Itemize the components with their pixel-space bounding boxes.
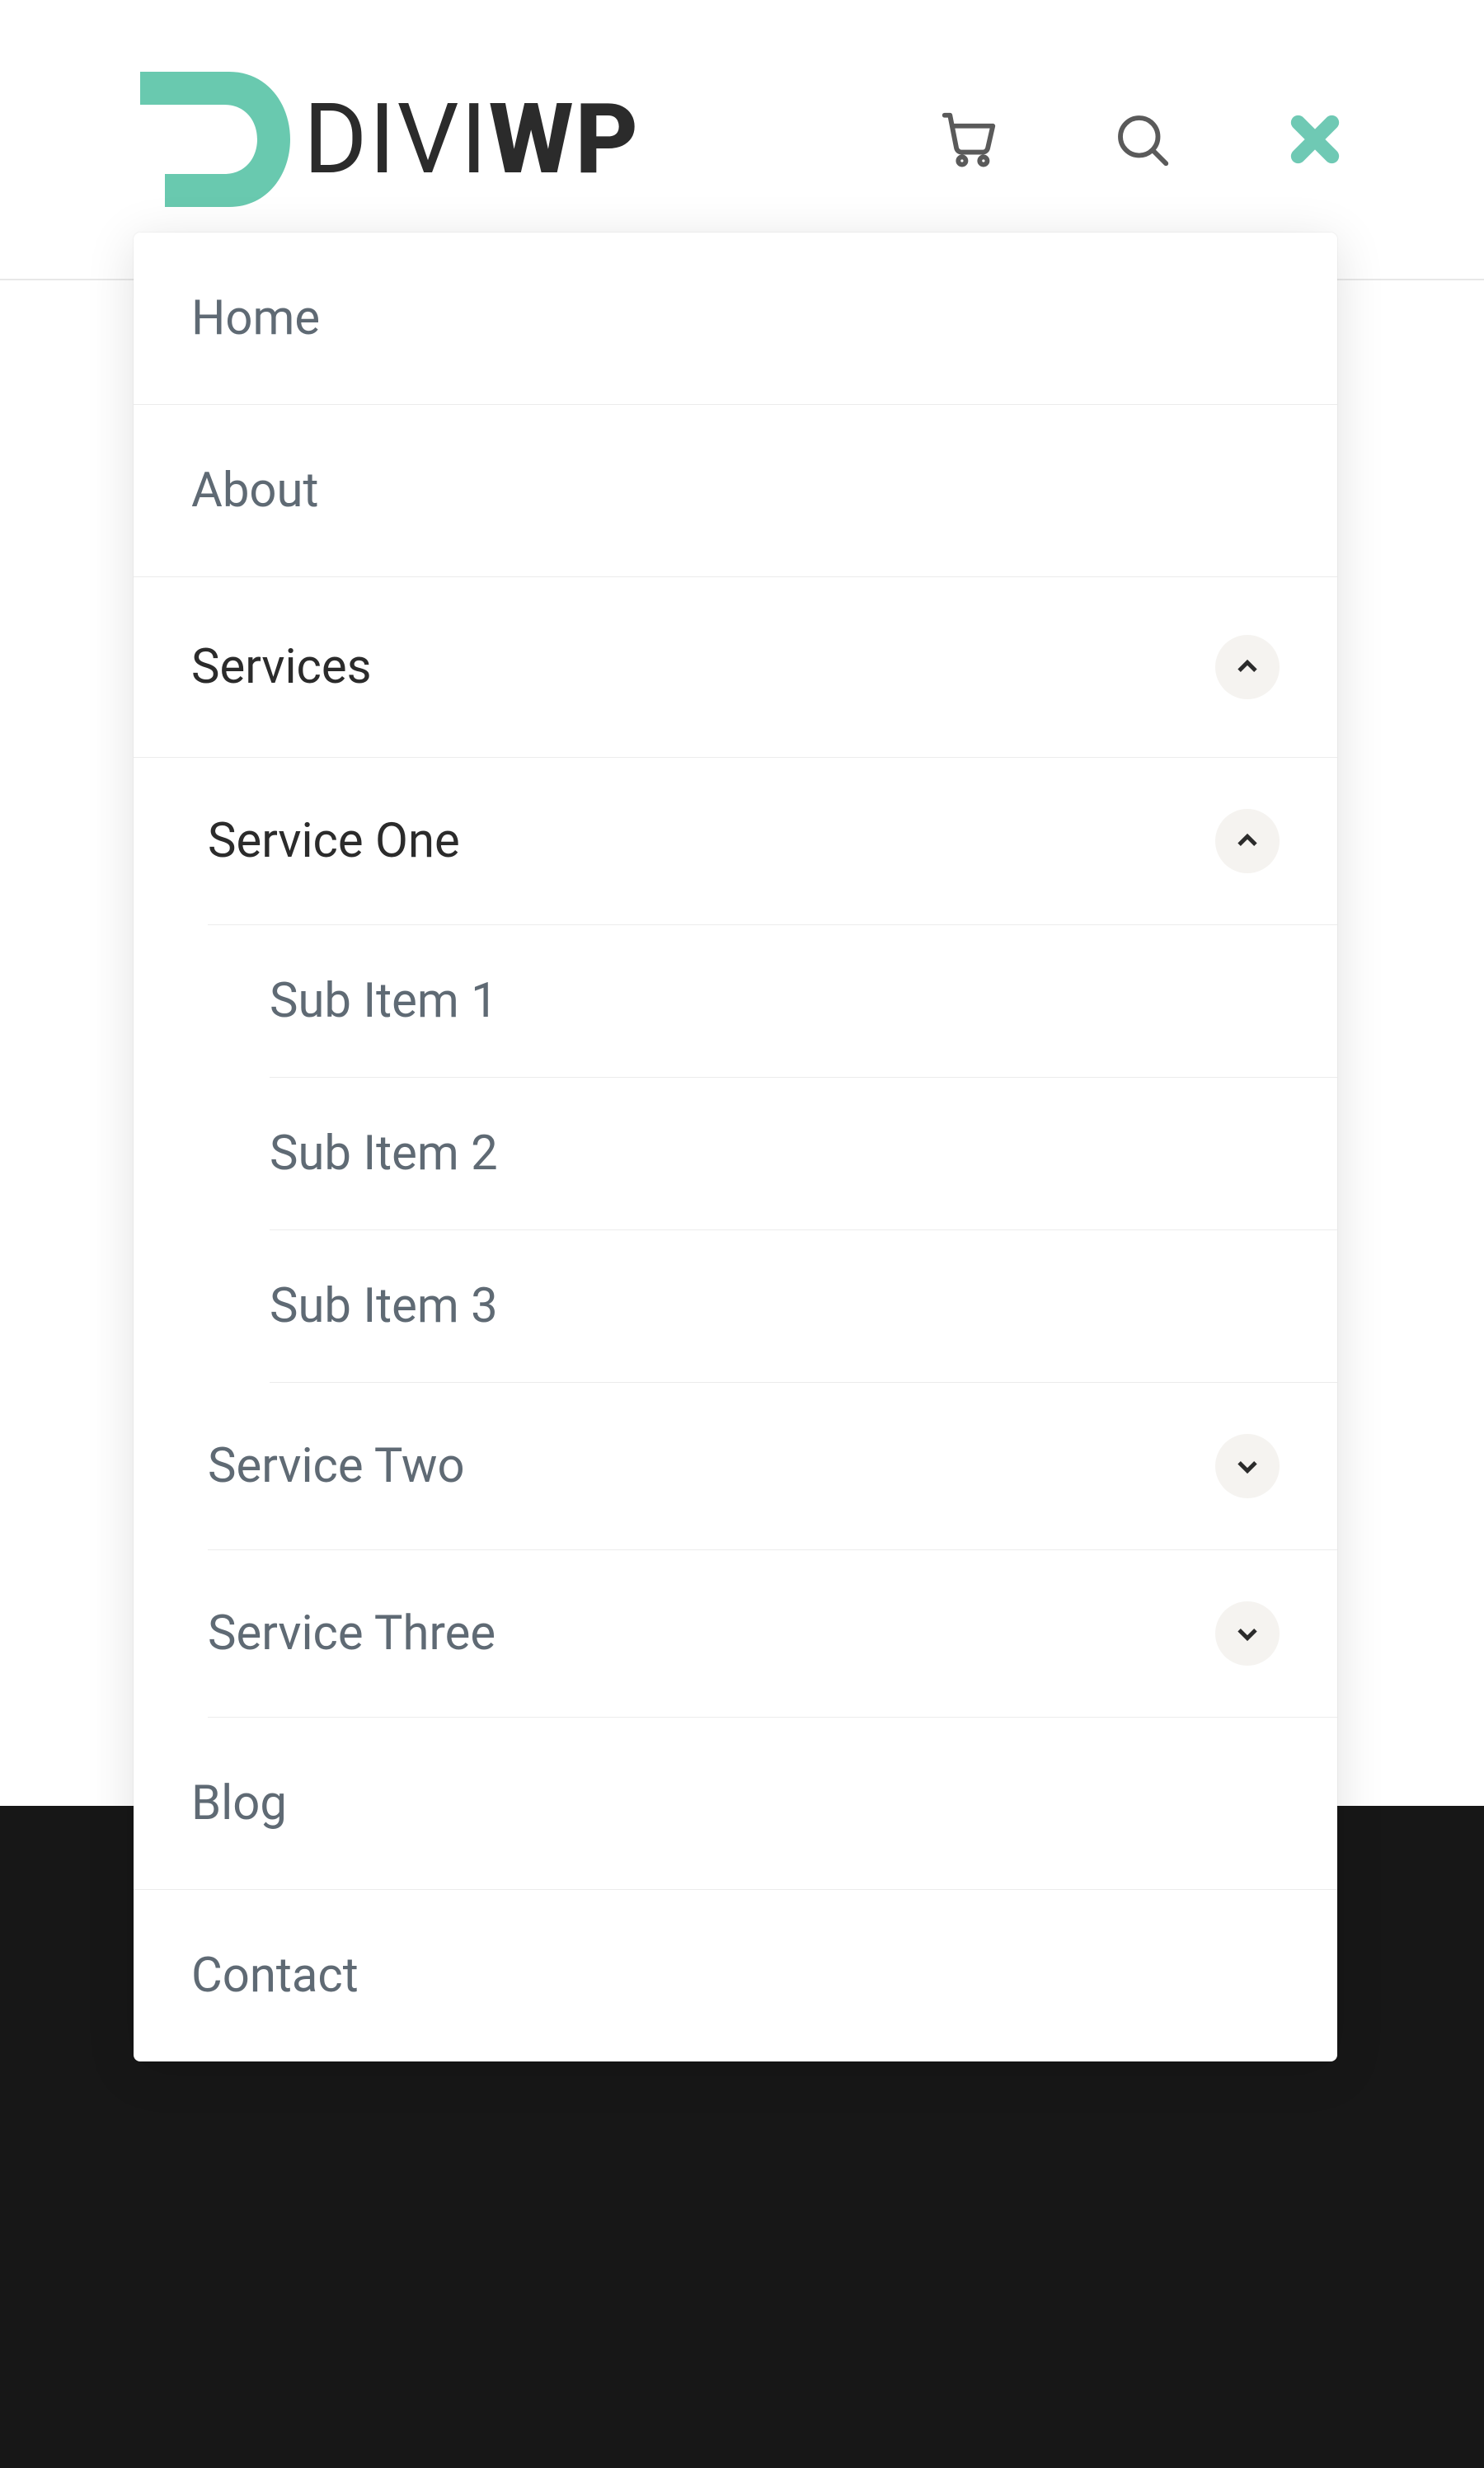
submenu-item-label: Service Three [208, 1605, 495, 1662]
mobile-menu-panel: Home About Services Service One Sub Item… [134, 233, 1337, 2061]
chevron-up-icon [1233, 653, 1261, 681]
logo-text-left: DIVI [303, 82, 489, 196]
menu-item-label: Services [191, 639, 372, 695]
site-logo[interactable]: DIVIWP [132, 65, 640, 214]
expand-toggle[interactable] [1215, 1601, 1280, 1666]
subsub-item[interactable]: Sub Item 2 [270, 1078, 1337, 1230]
subsub-item-label: Sub Item 3 [270, 1278, 498, 1334]
chevron-down-icon [1233, 1452, 1261, 1480]
menu-item-label: Blog [191, 1775, 287, 1831]
menu-item-services[interactable]: Services [134, 577, 1337, 758]
chevron-up-icon [1233, 827, 1261, 855]
submenu-item-service-one[interactable]: Service One [208, 758, 1337, 925]
chevron-down-icon [1233, 1619, 1261, 1648]
logo-mark-icon [132, 65, 297, 214]
menu-item-label: Contact [191, 1948, 359, 2004]
submenu-item-service-two[interactable]: Service Two [208, 1383, 1337, 1550]
menu-item-contact[interactable]: Contact [134, 1890, 1337, 2061]
subsub-item-label: Sub Item 1 [270, 973, 498, 1029]
search-icon[interactable] [1105, 102, 1179, 176]
subsub-item[interactable]: Sub Item 3 [270, 1230, 1337, 1383]
collapse-toggle[interactable] [1215, 635, 1280, 699]
submenu-item-service-three[interactable]: Service Three [208, 1550, 1337, 1718]
menu-item-label: About [191, 463, 318, 519]
header-actions [932, 102, 1352, 176]
subsub-item[interactable]: Sub Item 1 [270, 925, 1337, 1078]
submenu-item-label: Service One [208, 813, 460, 869]
cart-icon[interactable] [932, 102, 1006, 176]
submenu-item-label: Service Two [208, 1438, 465, 1494]
menu-item-blog[interactable]: Blog [134, 1718, 1337, 1890]
submenu-services: Service One Sub Item 1 Sub Item 2 Sub It… [134, 758, 1337, 1718]
subsubmenu-service-one: Sub Item 1 Sub Item 2 Sub Item 3 [208, 925, 1337, 1383]
expand-toggle[interactable] [1215, 1434, 1280, 1498]
menu-item-about[interactable]: About [134, 405, 1337, 577]
menu-item-label: Home [191, 290, 320, 346]
logo-text: DIVIWP [303, 82, 640, 196]
logo-text-right: WP [489, 82, 640, 196]
menu-item-home[interactable]: Home [134, 233, 1337, 405]
close-icon[interactable] [1278, 102, 1352, 176]
subsub-item-label: Sub Item 2 [270, 1126, 498, 1182]
collapse-toggle[interactable] [1215, 809, 1280, 873]
